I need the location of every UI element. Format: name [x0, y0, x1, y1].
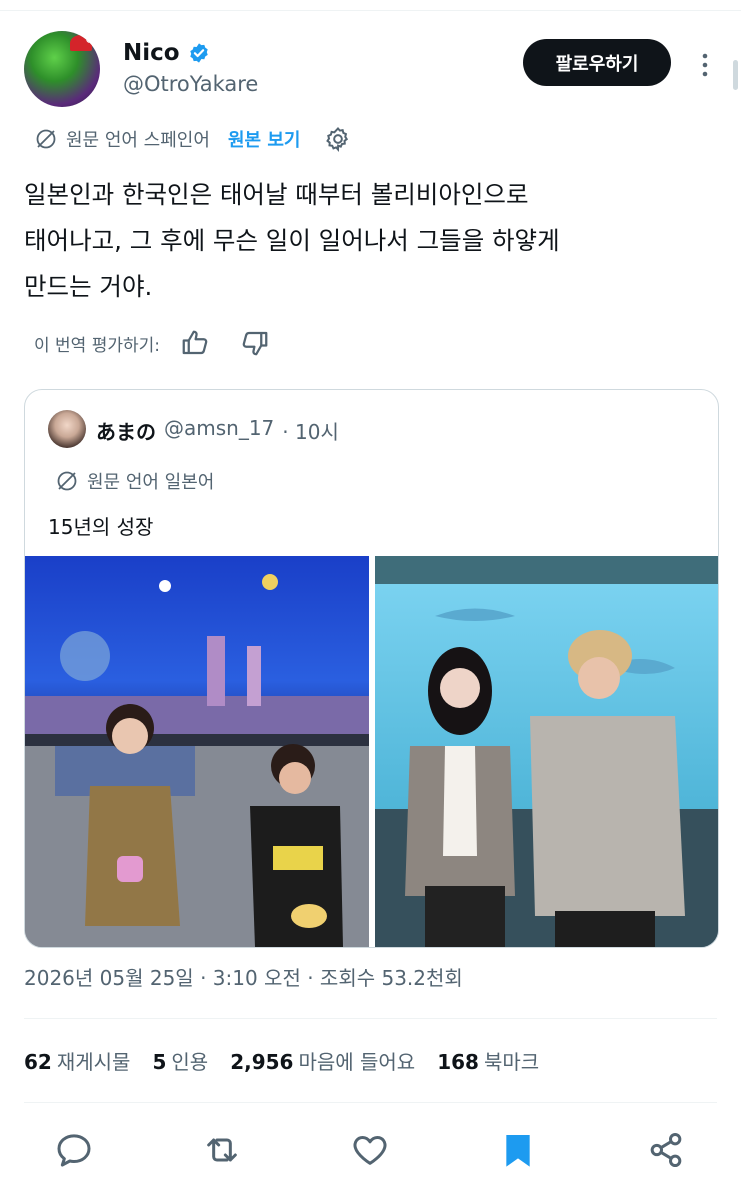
retweets-label: 재게시물	[56, 1050, 131, 1074]
bookmarks-label: 북마크	[483, 1050, 540, 1074]
quoted-display-name[interactable]: あまの	[96, 416, 156, 445]
user-handle[interactable]: @OtroYakare	[123, 72, 258, 96]
like-icon[interactable]	[350, 1130, 390, 1170]
stats-divider-bottom	[24, 1102, 717, 1103]
follow-button[interactable]: 팔로우하기	[523, 39, 671, 86]
engagement-stats: 62 재게시물 5 인용 2,956 마음에 들어요 168 북마크	[24, 1046, 539, 1075]
quotes-stat[interactable]: 5 인용	[152, 1046, 208, 1075]
tweet-timestamp[interactable]: 2026년 05월 25일 · 3:10 오전 · 조회수 53.2천회	[24, 962, 463, 991]
quoted-text: 15년의 성장	[48, 515, 154, 539]
source-language-label: 원문 언어 스페인어	[66, 130, 210, 151]
quoted-tweet[interactable]: あまの @amsn_17 · 10시 원문 언어 일본어 15년의 성장	[24, 389, 719, 948]
translation-bar: 원문 언어 스페인어 원본 보기	[34, 125, 352, 153]
rate-translation-row: 이 번역 평가하기:	[34, 328, 270, 358]
quotes-label: 인용	[171, 1050, 209, 1074]
top-divider	[0, 0, 741, 11]
scrollbar[interactable]	[733, 60, 738, 90]
reply-icon[interactable]	[54, 1130, 94, 1170]
hat-pom-decoration	[86, 35, 94, 43]
quoted-handle[interactable]: @amsn_17	[164, 416, 274, 445]
retweets-stat[interactable]: 62 재게시물	[24, 1046, 130, 1075]
verified-badge-icon	[189, 43, 208, 63]
bookmarks-stat[interactable]: 168 북마크	[437, 1046, 539, 1075]
quoted-avatar[interactable]	[48, 410, 86, 448]
user-name-row: Nico	[123, 40, 210, 66]
avatar[interactable]	[24, 31, 100, 107]
globe-icon	[57, 471, 77, 491]
thumbs-down-icon[interactable]	[240, 328, 270, 358]
thumbs-up-icon[interactable]	[180, 328, 210, 358]
quoted-header: あまの @amsn_17 · 10시	[96, 416, 339, 445]
more-options-icon[interactable]	[695, 50, 715, 80]
likes-count: 2,956	[230, 1050, 294, 1074]
share-icon[interactable]	[646, 1130, 686, 1170]
photo-aquarium-adults[interactable]	[375, 556, 718, 947]
show-original-link[interactable]: 원본 보기	[228, 126, 301, 152]
retweets-count: 62	[24, 1050, 52, 1074]
quotes-count: 5	[152, 1050, 167, 1074]
display-name[interactable]: Nico	[123, 40, 180, 66]
rate-translation-label: 이 번역 평가하기:	[34, 335, 161, 356]
globe-icon	[36, 129, 56, 149]
tweet-text: 일본인과 한국인은 태어날 때부터 볼리비아인으로 태어나고, 그 후에 무슨 …	[24, 180, 560, 301]
stats-divider-top	[24, 1018, 717, 1019]
quoted-source-language: 원문 언어 일본어	[87, 472, 215, 493]
quoted-translation-bar: 원문 언어 일본어	[55, 468, 214, 494]
photo-aquarium-kids[interactable]	[25, 556, 369, 947]
quoted-time: · 10시	[282, 420, 339, 444]
bookmark-icon[interactable]	[498, 1130, 538, 1170]
gear-icon[interactable]	[324, 125, 352, 153]
likes-label: 마음에 들어요	[298, 1050, 416, 1074]
action-bar	[0, 1122, 741, 1182]
retweet-icon[interactable]	[202, 1130, 242, 1170]
likes-stat[interactable]: 2,956 마음에 들어요	[230, 1046, 415, 1075]
bookmarks-count: 168	[437, 1050, 479, 1074]
